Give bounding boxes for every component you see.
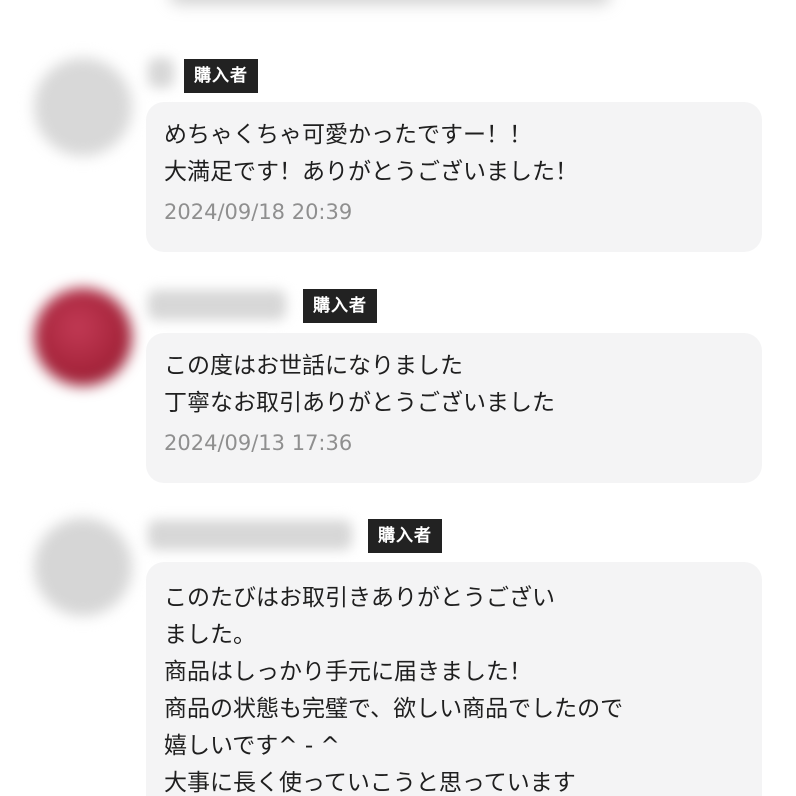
reviewer-name-blurred[interactable] <box>148 58 174 88</box>
avatar[interactable] <box>34 58 132 156</box>
review-text-line: 商品はしっかり手元に届きました！ <box>164 659 532 685</box>
review-text-line: 大満足です！ありがとうございました！ <box>164 159 578 185</box>
avatar[interactable] <box>34 288 132 386</box>
review-list: 購入者 めちゃくちゃ可愛かったですー！！ 大満足です！ありがとうございました！ … <box>0 0 796 796</box>
review-text-line: 嬉しいです^ - ^ <box>164 733 340 759</box>
review-bubble: このたびはお取引きありがとうござい ました。 商品はしっかり手元に届きました！ … <box>146 562 762 796</box>
review-timestamp: 2024/09/18 20:39 <box>164 200 353 224</box>
review-timestamp: 2024/09/13 17:36 <box>164 431 353 455</box>
review-bubble: この度はお世話になりました 丁寧なお取引ありがとうございました 2024/09/… <box>146 333 762 483</box>
cut-off-previous-text <box>170 0 610 4</box>
buyer-badge: 購入者 <box>368 519 442 553</box>
review-text-line: この度はお世話になりました <box>164 353 463 379</box>
avatar[interactable] <box>34 518 132 616</box>
reviewer-name-blurred[interactable] <box>148 520 352 550</box>
buyer-badge: 購入者 <box>303 289 377 323</box>
review-bubble: めちゃくちゃ可愛かったですー！！ 大満足です！ありがとうございました！ 2024… <box>146 102 762 252</box>
review-text-line: 大事に長く使っていこうと思っています <box>164 770 576 796</box>
review-text-line: めちゃくちゃ可愛かったですー！！ <box>164 122 532 148</box>
review-text-line: ました。 <box>164 622 256 648</box>
review-text-line: 丁寧なお取引ありがとうございました <box>164 390 555 416</box>
review-text-line: 商品の状態も完璧で、欲しい商品でしたので <box>164 696 624 722</box>
reviewer-name-blurred[interactable] <box>148 290 286 320</box>
review-text-line: このたびはお取引きありがとうござい <box>164 585 555 611</box>
buyer-badge: 購入者 <box>184 59 258 93</box>
